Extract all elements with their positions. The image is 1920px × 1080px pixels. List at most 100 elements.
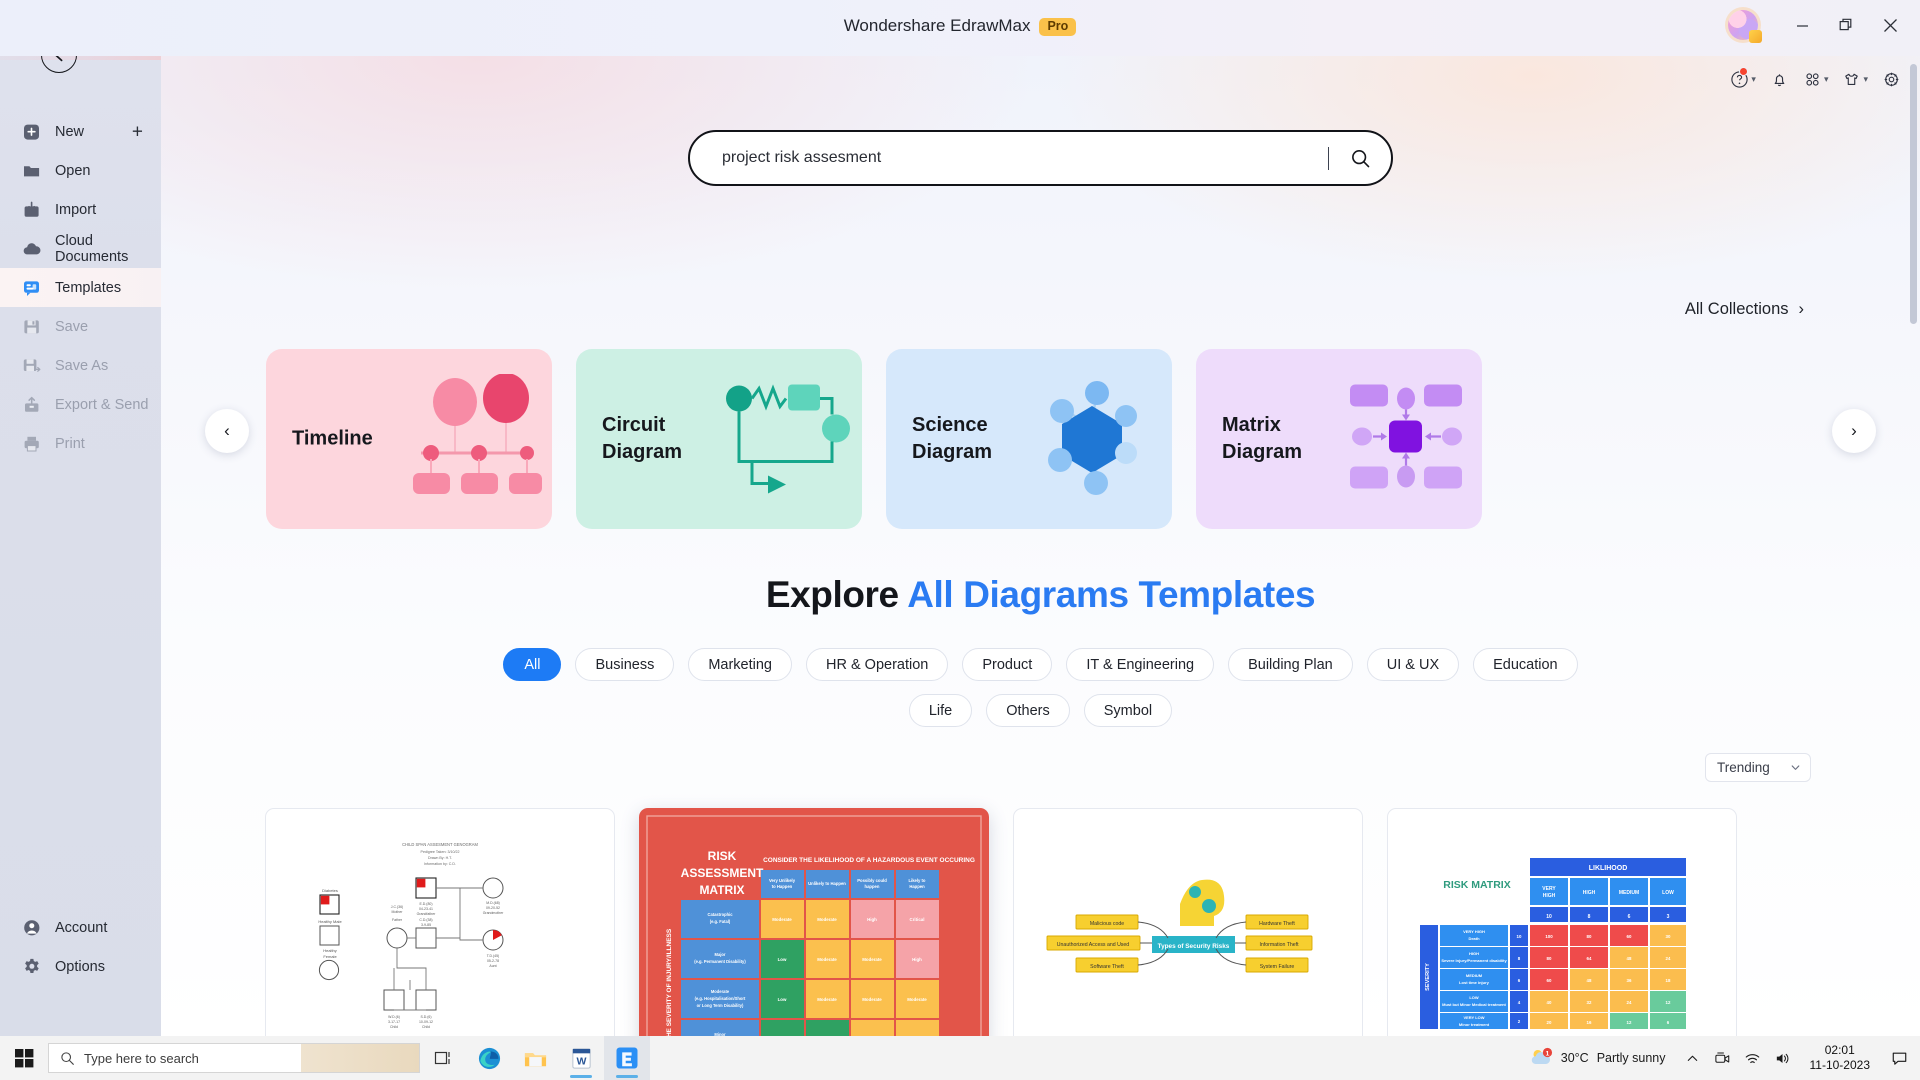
carousel-card-circuit-diagram[interactable]: Circuit Diagram xyxy=(576,349,862,529)
carousel-prev-button[interactable]: ‹ xyxy=(205,409,249,453)
svg-text:18: 18 xyxy=(1666,978,1671,983)
chip-education[interactable]: Education xyxy=(1473,648,1578,681)
template-card[interactable]: RISK ASSESSMENT MATRIX CONSIDER THE LIKE… xyxy=(639,808,989,1036)
svg-text:Aunt: Aunt xyxy=(489,964,496,968)
options-gear-icon xyxy=(25,958,39,973)
sidebar-item-templates[interactable]: Templates xyxy=(0,268,161,307)
explore-highlight: All Diagrams Templates xyxy=(907,574,1316,615)
show-hidden-icons-icon[interactable] xyxy=(1678,1036,1708,1080)
volume-icon[interactable] xyxy=(1768,1036,1798,1080)
chip-it-engineering[interactable]: IT & Engineering xyxy=(1066,648,1215,681)
network-icon[interactable] xyxy=(1738,1036,1768,1080)
new-add-button[interactable]: + xyxy=(132,122,143,141)
svg-text:10-09-12: 10-09-12 xyxy=(419,1020,433,1024)
svg-text:RISK: RISK xyxy=(708,849,737,863)
notification-bell-icon[interactable] xyxy=(1765,66,1794,93)
carousel-card-science-diagram[interactable]: Science Diagram xyxy=(886,349,1172,529)
sidebar-item-label: Options xyxy=(55,958,105,975)
carousel-card-timeline[interactable]: Timeline xyxy=(266,349,552,529)
carousel-card-title: Circuit Diagram xyxy=(602,414,683,463)
template-card[interactable]: LIKLIHOOD VERY HIGH HIGH MEDIUM LOW 10 8… xyxy=(1387,808,1737,1036)
search-input[interactable] xyxy=(690,149,1328,167)
chip-building-plan[interactable]: Building Plan xyxy=(1228,648,1353,681)
template-card[interactable]: Types of Security Risks Malicious code U… xyxy=(1013,808,1363,1036)
template-card[interactable]: CHILD SPAN ASSESMENT GENOGRAM Pedigree T… xyxy=(265,808,615,1036)
weather-widget[interactable]: 1 30°C Partly sunny xyxy=(1523,1046,1678,1070)
svg-text:Types of Security Risks: Types of Security Risks xyxy=(1158,943,1230,950)
chip-life[interactable]: Life xyxy=(908,694,973,727)
carousel-card-title: Science Diagram xyxy=(912,414,993,463)
chip-marketing[interactable]: Marketing xyxy=(688,648,792,681)
svg-text:3: 3 xyxy=(1667,914,1670,920)
edge-icon[interactable] xyxy=(466,1036,512,1080)
start-button[interactable] xyxy=(0,1036,48,1080)
theme-shirt-icon[interactable]: ▾ xyxy=(1837,66,1873,93)
pro-badge: Pro xyxy=(1039,18,1077,36)
edrawmax-icon[interactable] xyxy=(604,1036,650,1080)
action-center-icon[interactable] xyxy=(1882,1036,1916,1080)
taskbar-search-input[interactable]: Type here to search xyxy=(48,1043,420,1073)
clock[interactable]: 02:01 11-10-2023 xyxy=(1798,1043,1883,1073)
chip-symbol[interactable]: Symbol xyxy=(1083,694,1173,727)
file-explorer-icon[interactable] xyxy=(512,1036,558,1080)
minimize-button[interactable] xyxy=(1780,8,1824,42)
chip-business[interactable]: Business xyxy=(575,648,675,681)
chip-product[interactable]: Product xyxy=(962,648,1053,681)
svg-text:36: 36 xyxy=(1627,978,1632,983)
template-thumbnail[interactable]: Types of Security Risks Malicious code U… xyxy=(1013,808,1363,1036)
sidebar-item-cloud-documents[interactable]: Cloud Documents xyxy=(0,229,161,268)
templates-icon xyxy=(24,280,39,296)
sidebar-item-export-send[interactable]: Export & Send xyxy=(0,385,161,424)
svg-text:48: 48 xyxy=(1587,978,1592,983)
help-icon[interactable]: ▾ xyxy=(1725,66,1761,93)
main-scrollbar[interactable] xyxy=(1910,64,1917,1024)
sidebar-item-label: Import xyxy=(55,201,97,218)
sort-dropdown[interactable]: Trending xyxy=(1705,753,1811,782)
svg-text:W: W xyxy=(576,1055,586,1067)
svg-text:SEVERITY: SEVERITY xyxy=(1425,962,1431,990)
maximize-button[interactable] xyxy=(1824,8,1868,42)
chip-ui-ux[interactable]: UI & UX xyxy=(1366,648,1460,681)
svg-text:RISK MATRIX: RISK MATRIX xyxy=(1443,879,1510,891)
sidebar-item-label: Account xyxy=(55,919,108,936)
carousel-next-button[interactable]: › xyxy=(1832,409,1876,453)
sidebar-item-account[interactable]: Account xyxy=(0,908,161,947)
avatar[interactable] xyxy=(1728,10,1762,43)
word-icon[interactable]: W xyxy=(558,1036,604,1080)
search-bar[interactable] xyxy=(688,130,1393,186)
close-button[interactable] xyxy=(1868,8,1912,42)
search-button[interactable] xyxy=(1329,132,1391,184)
scrollbar-thumb[interactable] xyxy=(1910,64,1917,324)
all-collections-link[interactable]: All Collections › xyxy=(1685,300,1804,319)
sidebar-item-open[interactable]: Open xyxy=(0,151,161,190)
folder-icon xyxy=(24,165,40,176)
save-icon xyxy=(24,319,39,333)
chip-others[interactable]: Others xyxy=(986,694,1070,727)
apps-grid-icon[interactable]: ▾ xyxy=(1798,66,1834,93)
template-thumbnail[interactable]: CHILD SPAN ASSESMENT GENOGRAM Pedigree T… xyxy=(265,808,615,1036)
svg-text:Very Unlikely: Very Unlikely xyxy=(769,878,796,883)
svg-text:Healthy: Healthy xyxy=(323,948,337,953)
template-thumbnail[interactable]: LIKLIHOOD VERY HIGH HIGH MEDIUM LOW 10 8… xyxy=(1387,808,1737,1036)
clock-date: 11-10-2023 xyxy=(1809,1058,1871,1072)
sidebar-item-print[interactable]: Print xyxy=(0,424,161,463)
sidebar-item-options[interactable]: Options xyxy=(0,947,161,986)
chip-hr-operation[interactable]: HR & Operation xyxy=(806,648,949,681)
sidebar-item-save-as[interactable]: Save As xyxy=(0,346,161,385)
meet-now-icon[interactable] xyxy=(1708,1036,1738,1080)
sidebar-item-new[interactable]: New + xyxy=(0,112,161,151)
template-thumbnail[interactable]: RISK ASSESSMENT MATRIX CONSIDER THE LIKE… xyxy=(639,808,989,1036)
task-view-icon[interactable] xyxy=(420,1036,466,1080)
carousel-card-matrix-diagram[interactable]: Matrix Diagram xyxy=(1196,349,1482,529)
chip-all[interactable]: All xyxy=(503,648,562,681)
svg-text:MATRIX: MATRIX xyxy=(699,883,744,897)
sidebar-item-import[interactable]: Import xyxy=(0,190,161,229)
svg-text:Moderate: Moderate xyxy=(907,997,927,1002)
svg-text:10: 10 xyxy=(1546,914,1552,920)
settings-gear-icon[interactable] xyxy=(1877,66,1906,93)
svg-text:CONSIDER THE SEVERITY OF INJUR: CONSIDER THE SEVERITY OF INJURY/ILLNESS xyxy=(666,928,673,1036)
sidebar-item-save[interactable]: Save xyxy=(0,307,161,346)
weather-icon: 1 xyxy=(1531,1047,1552,1064)
svg-text:J.C.(36): J.C.(36) xyxy=(391,905,403,909)
svg-text:12: 12 xyxy=(1666,1000,1671,1005)
